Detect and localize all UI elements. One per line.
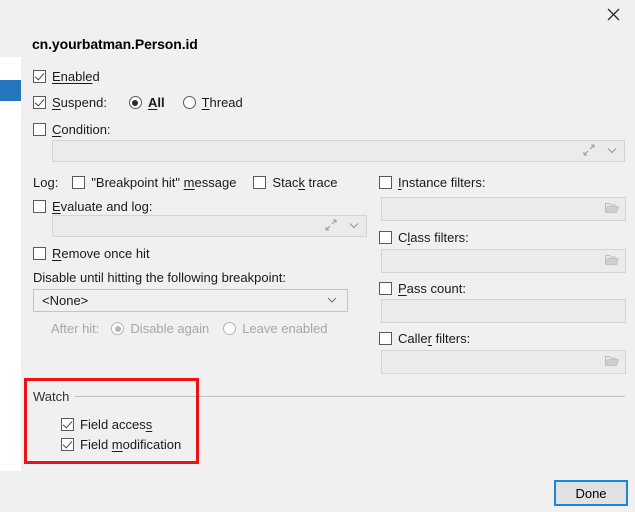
- class-filters-browse[interactable]: [604, 250, 620, 272]
- enabled-label: Enabled: [52, 69, 100, 84]
- evaluate-and-log-label: Evaluate and log:: [52, 199, 153, 214]
- enabled-checkbox[interactable]: [33, 70, 46, 83]
- field-access-label: Field access: [80, 417, 153, 432]
- class-filters-label: Class filters:: [398, 230, 469, 245]
- page-title: cn.yourbatman.Person.id: [32, 36, 198, 52]
- after-hit-disable-again-radio: [111, 322, 125, 335]
- disable-until-label: Disable until hitting the following brea…: [33, 270, 286, 285]
- remove-once-hit-checkbox[interactable]: [33, 247, 46, 260]
- instance-filters-input[interactable]: [381, 197, 626, 221]
- field-access-checkbox[interactable]: [61, 418, 74, 431]
- log-row: Log: "Breakpoint hit" message Stack trac…: [33, 175, 337, 190]
- after-hit-row: After hit: Disable again Leave enabled: [51, 321, 328, 336]
- pass-count-label: Pass count:: [398, 281, 466, 296]
- condition-field-icons: [583, 141, 618, 161]
- breakpoint-settings-dialog: cn.yourbatman.Person.id Enabled Suspend:…: [21, 0, 635, 512]
- instance-filters-label: Instance filters:: [398, 175, 486, 190]
- condition-checkbox[interactable]: [33, 123, 46, 136]
- caller-filters-browse[interactable]: [604, 351, 620, 373]
- evaluate-and-log-checkbox[interactable]: [33, 200, 46, 213]
- class-filters-checkbox[interactable]: [379, 231, 392, 244]
- watch-group-separator: [75, 396, 625, 397]
- condition-input[interactable]: [52, 140, 625, 162]
- field-access-row[interactable]: Field access: [61, 417, 152, 432]
- suspend-thread-radio[interactable]: [182, 96, 196, 109]
- disable-until-breakpoint-select[interactable]: <None>: [33, 289, 348, 312]
- caller-filters-input[interactable]: [381, 350, 626, 374]
- class-filters-checkbox-row[interactable]: Class filters:: [379, 230, 469, 245]
- class-filters-input[interactable]: [381, 249, 626, 273]
- suspend-all-radio[interactable]: [128, 96, 142, 109]
- remove-once-hit-label: Remove once hit: [52, 246, 150, 261]
- field-modification-label: Field modification: [80, 437, 182, 452]
- evaluate-and-log-input[interactable]: [52, 215, 367, 237]
- disable-until-label-row: Disable until hitting the following brea…: [33, 270, 286, 285]
- pass-count-checkbox-row[interactable]: Pass count:: [379, 281, 466, 296]
- suspend-row[interactable]: Suspend: All Thread: [33, 95, 243, 110]
- breakpoint-hit-message-label: "Breakpoint hit" message: [91, 175, 237, 190]
- suspend-thread-label: Thread: [201, 95, 243, 110]
- instance-filters-checkbox[interactable]: [379, 176, 392, 189]
- expand-arrows-icon[interactable]: [583, 144, 595, 159]
- suspend-label: Suspend:: [52, 95, 107, 110]
- after-hit-label: After hit:: [51, 321, 100, 336]
- after-hit-disable-again-label: Disable again: [130, 321, 210, 336]
- done-button[interactable]: Done: [554, 480, 628, 506]
- left-tool-window-selected-item[interactable]: [0, 80, 21, 101]
- chevron-down-icon[interactable]: [326, 293, 338, 308]
- left-tool-window[interactable]: s: [0, 57, 22, 471]
- suspend-all-label: All: [147, 95, 165, 110]
- after-hit-leave-enabled-label: Leave enabled: [242, 321, 328, 336]
- caller-filters-label: Caller filters:: [398, 331, 471, 346]
- field-modification-row[interactable]: Field modification: [61, 437, 181, 452]
- stack-trace-checkbox[interactable]: [253, 176, 267, 189]
- after-hit-leave-enabled-radio: [223, 322, 237, 335]
- suspend-checkbox[interactable]: [33, 96, 46, 109]
- disable-until-selected-value: <None>: [42, 293, 89, 308]
- evaluate-and-log-checkbox-row[interactable]: Evaluate and log:: [33, 199, 152, 214]
- chevron-down-icon[interactable]: [606, 144, 618, 159]
- chevron-down-icon[interactable]: [348, 219, 360, 234]
- field-modification-checkbox[interactable]: [61, 438, 74, 451]
- pass-count-input[interactable]: [381, 299, 626, 323]
- instance-filters-checkbox-row[interactable]: Instance filters:: [379, 175, 485, 190]
- breakpoint-hit-message-checkbox[interactable]: [72, 176, 86, 189]
- folder-icon[interactable]: [604, 202, 620, 217]
- folder-icon[interactable]: [604, 355, 620, 370]
- caller-filters-checkbox[interactable]: [379, 332, 392, 345]
- instance-filters-browse[interactable]: [604, 198, 620, 220]
- expand-arrows-icon[interactable]: [325, 219, 337, 234]
- close-icon[interactable]: [595, 0, 631, 28]
- condition-checkbox-row[interactable]: Condition:: [33, 122, 111, 137]
- remove-once-hit-row[interactable]: Remove once hit: [33, 246, 150, 261]
- watch-group-legend: Watch: [33, 389, 75, 404]
- stack-trace-label: Stack trace: [272, 175, 338, 190]
- condition-label: Condition:: [52, 122, 111, 137]
- log-label: Log:: [33, 175, 59, 190]
- evaluate-field-icons: [325, 216, 360, 236]
- caller-filters-checkbox-row[interactable]: Caller filters:: [379, 331, 470, 346]
- enabled-checkbox-row[interactable]: Enabled: [33, 69, 100, 84]
- folder-icon[interactable]: [604, 254, 620, 269]
- pass-count-checkbox[interactable]: [379, 282, 392, 295]
